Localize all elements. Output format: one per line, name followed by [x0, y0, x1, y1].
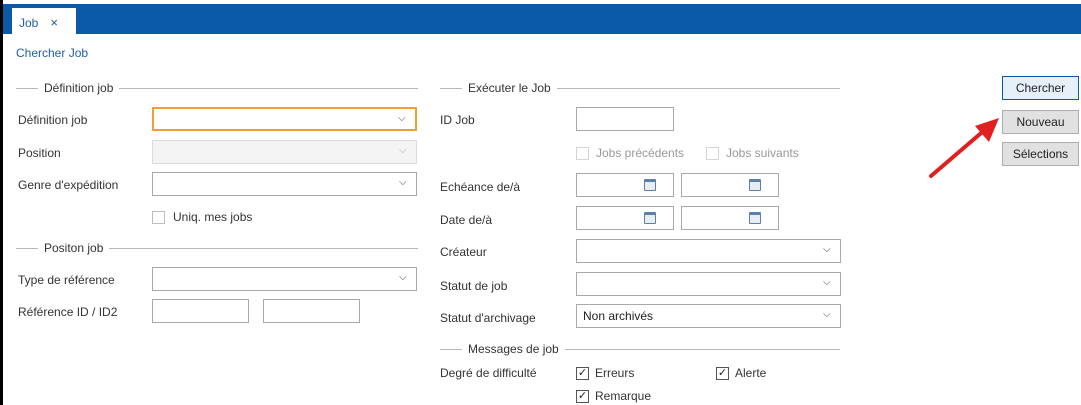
chevron-down-icon: ⌵ — [823, 277, 831, 288]
nouveau-button[interactable]: Nouveau — [1002, 110, 1079, 134]
section-title: Messages de job — [468, 342, 559, 356]
section-title: Positon job — [44, 241, 104, 255]
erreurs-checkbox[interactable]: ✓ Erreurs — [576, 366, 634, 380]
echeance-label: Echéance de/à — [440, 180, 521, 194]
section-messages-job: Messages de job — [440, 341, 840, 357]
checkbox — [706, 146, 719, 160]
statut-archivage-label: Statut d'archivage — [440, 311, 536, 325]
statut-archivage-select[interactable]: Non archivés ⌵ — [576, 304, 841, 328]
chevron-down-icon: ⌵ — [399, 272, 407, 283]
tab-job[interactable]: Job × — [12, 8, 76, 37]
statut-job-select[interactable]: ⌵ — [576, 272, 841, 296]
erreurs-label: Erreurs — [595, 366, 635, 380]
chercher-button[interactable]: Chercher — [1002, 76, 1079, 100]
chevron-down-icon: ⌵ — [823, 309, 831, 320]
type-reference-select[interactable]: ⌵ — [152, 267, 417, 291]
position-select: ⌵ — [152, 140, 417, 164]
jobs-precedents-checkbox: Jobs précédents — [576, 146, 684, 160]
genre-expedition-label: Genre d'expédition — [18, 178, 119, 192]
genre-expedition-select[interactable]: ⌵ — [152, 172, 417, 196]
window-frame — [0, 0, 3, 405]
remarque-label: Remarque — [595, 389, 652, 403]
uniq-mes-jobs-checkbox[interactable]: Uniq. mes jobs — [152, 210, 252, 224]
selections-button[interactable]: Sélections — [1002, 142, 1079, 166]
section-title: Exécuter le Job — [468, 81, 551, 95]
type-reference-label: Type de référence — [18, 273, 115, 287]
section-title: Définition job — [44, 81, 114, 95]
uniq-mes-jobs-label: Uniq. mes jobs — [173, 210, 253, 224]
check-icon: ✓ — [577, 389, 588, 402]
id-job-input[interactable] — [576, 107, 674, 131]
close-icon[interactable]: × — [50, 15, 58, 30]
remarque-checkbox[interactable]: ✓ Remarque — [576, 389, 651, 403]
createur-select[interactable]: ⌵ — [576, 239, 841, 263]
checkbox[interactable]: ✓ — [576, 389, 589, 403]
id-job-label: ID Job — [440, 113, 475, 127]
calendar-icon[interactable] — [644, 212, 656, 224]
annotation-arrow-icon — [929, 118, 999, 178]
checkbox — [576, 146, 589, 160]
createur-label: Créateur — [440, 245, 487, 259]
checkbox[interactable]: ✓ — [576, 366, 589, 380]
checkbox[interactable]: ✓ — [716, 366, 729, 380]
jobs-suivants-checkbox: Jobs suivants — [706, 146, 799, 160]
alerte-checkbox[interactable]: ✓ Alerte — [716, 366, 766, 380]
echeance-from-input[interactable] — [576, 173, 674, 197]
checkbox[interactable] — [152, 210, 165, 224]
date-label: Date de/à — [440, 213, 493, 227]
calendar-icon[interactable] — [749, 212, 761, 224]
chevron-down-icon: ⌵ — [823, 244, 831, 255]
section-executer-job: Exécuter le Job — [440, 80, 840, 96]
reference-id-input[interactable] — [152, 299, 249, 323]
chevron-down-icon: ⌵ — [398, 113, 406, 124]
chevron-down-icon: ⌵ — [399, 177, 407, 188]
check-icon: ✓ — [717, 366, 728, 379]
degre-difficulte-label: Degré de difficulté — [440, 366, 537, 380]
reference-id-label: Référence ID / ID2 — [18, 305, 118, 319]
tab-label: Job — [19, 15, 39, 30]
calendar-icon[interactable] — [749, 179, 761, 191]
page-title: Chercher Job — [16, 46, 89, 60]
calendar-icon[interactable] — [644, 179, 656, 191]
echeance-to-input[interactable] — [681, 173, 779, 197]
jobs-suivants-label: Jobs suivants — [726, 146, 799, 160]
reference-id2-input[interactable] — [263, 299, 360, 323]
chevron-down-icon: ⌵ — [399, 145, 407, 156]
date-to-input[interactable] — [681, 206, 779, 230]
alerte-label: Alerte — [735, 366, 767, 380]
statut-archivage-value: Non archivés — [583, 309, 654, 323]
section-definition-job: Définition job — [16, 80, 418, 96]
date-from-input[interactable] — [576, 206, 674, 230]
section-position-job: Positon job — [16, 240, 418, 256]
tab-bar — [3, 0, 1081, 34]
position-label: Position — [18, 146, 61, 160]
jobs-precedents-label: Jobs précédents — [596, 146, 685, 160]
statut-job-label: Statut de job — [440, 279, 508, 293]
definition-job-label: Définition job — [18, 113, 88, 127]
definition-job-select[interactable]: ⌵ — [152, 107, 417, 131]
check-icon: ✓ — [577, 366, 588, 379]
